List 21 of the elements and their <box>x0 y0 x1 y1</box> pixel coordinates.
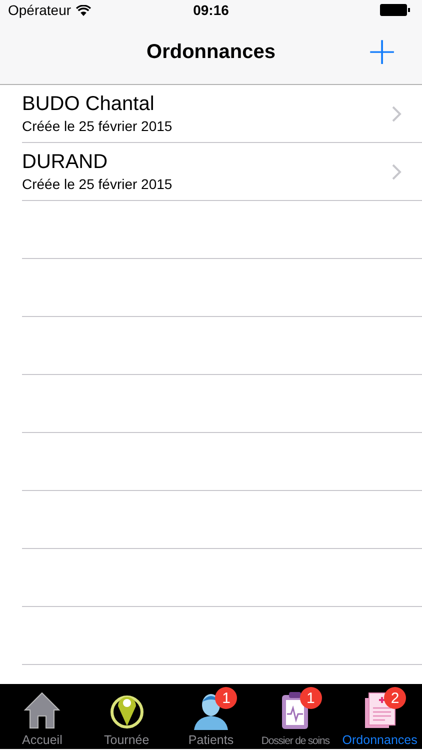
house-icon <box>23 690 62 730</box>
chevron-icon <box>392 106 402 122</box>
wifi-icon <box>76 4 92 16</box>
tab-bar-item[interactable]: Accueil <box>0 684 84 749</box>
nav-title: Ordonnances <box>146 40 276 64</box>
status-time: 09:16 <box>193 2 229 18</box>
creation-date: Créée le 25 février 2015 <box>22 176 174 192</box>
patient-name[interactable]: BUDO Chantal <box>22 93 392 116</box>
notification-badge: 1 <box>215 687 238 709</box>
patient-name[interactable]: DURAND <box>22 151 392 174</box>
notification-badge: 2 <box>384 687 406 709</box>
tab-bar-item[interactable]: Tournée <box>84 684 169 749</box>
tab-bar-item[interactable]: 1 Patients <box>168 684 254 749</box>
chevron-icon <box>392 164 402 180</box>
creation-date: Créée le 25 février 2015 <box>22 118 174 134</box>
tab-bar-item[interactable]: 1 Dossier de soins <box>253 684 338 749</box>
notification-badge: 1 <box>300 687 322 709</box>
tab-bar-item[interactable]: 2 Ordonnances <box>338 684 422 749</box>
battery-icon <box>380 4 410 16</box>
carrier-name: Opérateur <box>8 2 72 18</box>
add-button[interactable]: + <box>360 34 404 68</box>
